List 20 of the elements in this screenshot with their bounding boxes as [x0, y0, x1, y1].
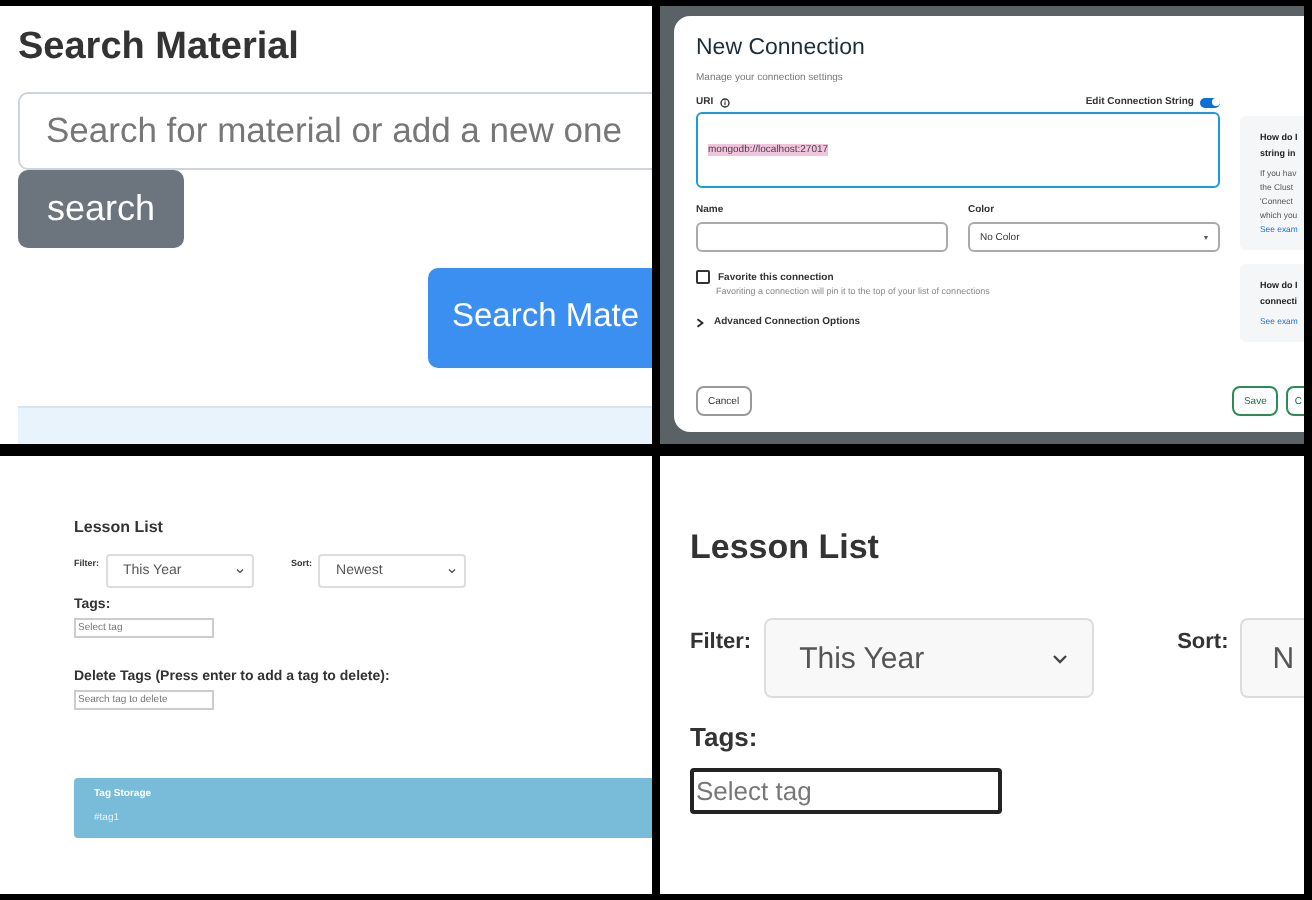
caret-icon: [235, 568, 244, 574]
caret-icon: [1051, 653, 1068, 663]
info-icon: [719, 97, 730, 107]
search-button[interactable]: search: [18, 169, 184, 248]
toggle-switch[interactable]: [1200, 97, 1220, 107]
sort-label: Sort:: [1177, 630, 1229, 654]
dialog-title: New Connection: [696, 36, 865, 60]
name-field[interactable]: [696, 222, 948, 252]
page-title: Lesson List: [690, 528, 879, 568]
filter-select[interactable]: This Year: [763, 618, 1094, 698]
caret-icon: [448, 568, 457, 574]
page-title: Lesson List: [74, 518, 163, 536]
checkbox[interactable]: [696, 270, 710, 284]
sort-select[interactable]: N: [1240, 618, 1304, 698]
page-title: Search Material: [18, 26, 299, 70]
search-field[interactable]: Search for material or add a new one: [18, 92, 652, 170]
tags-label: Tags:: [690, 722, 758, 752]
filter-label: Filter:: [690, 630, 752, 654]
chevron-icon[interactable]: [696, 317, 704, 327]
tag-field[interactable]: Select tag: [690, 768, 1002, 814]
